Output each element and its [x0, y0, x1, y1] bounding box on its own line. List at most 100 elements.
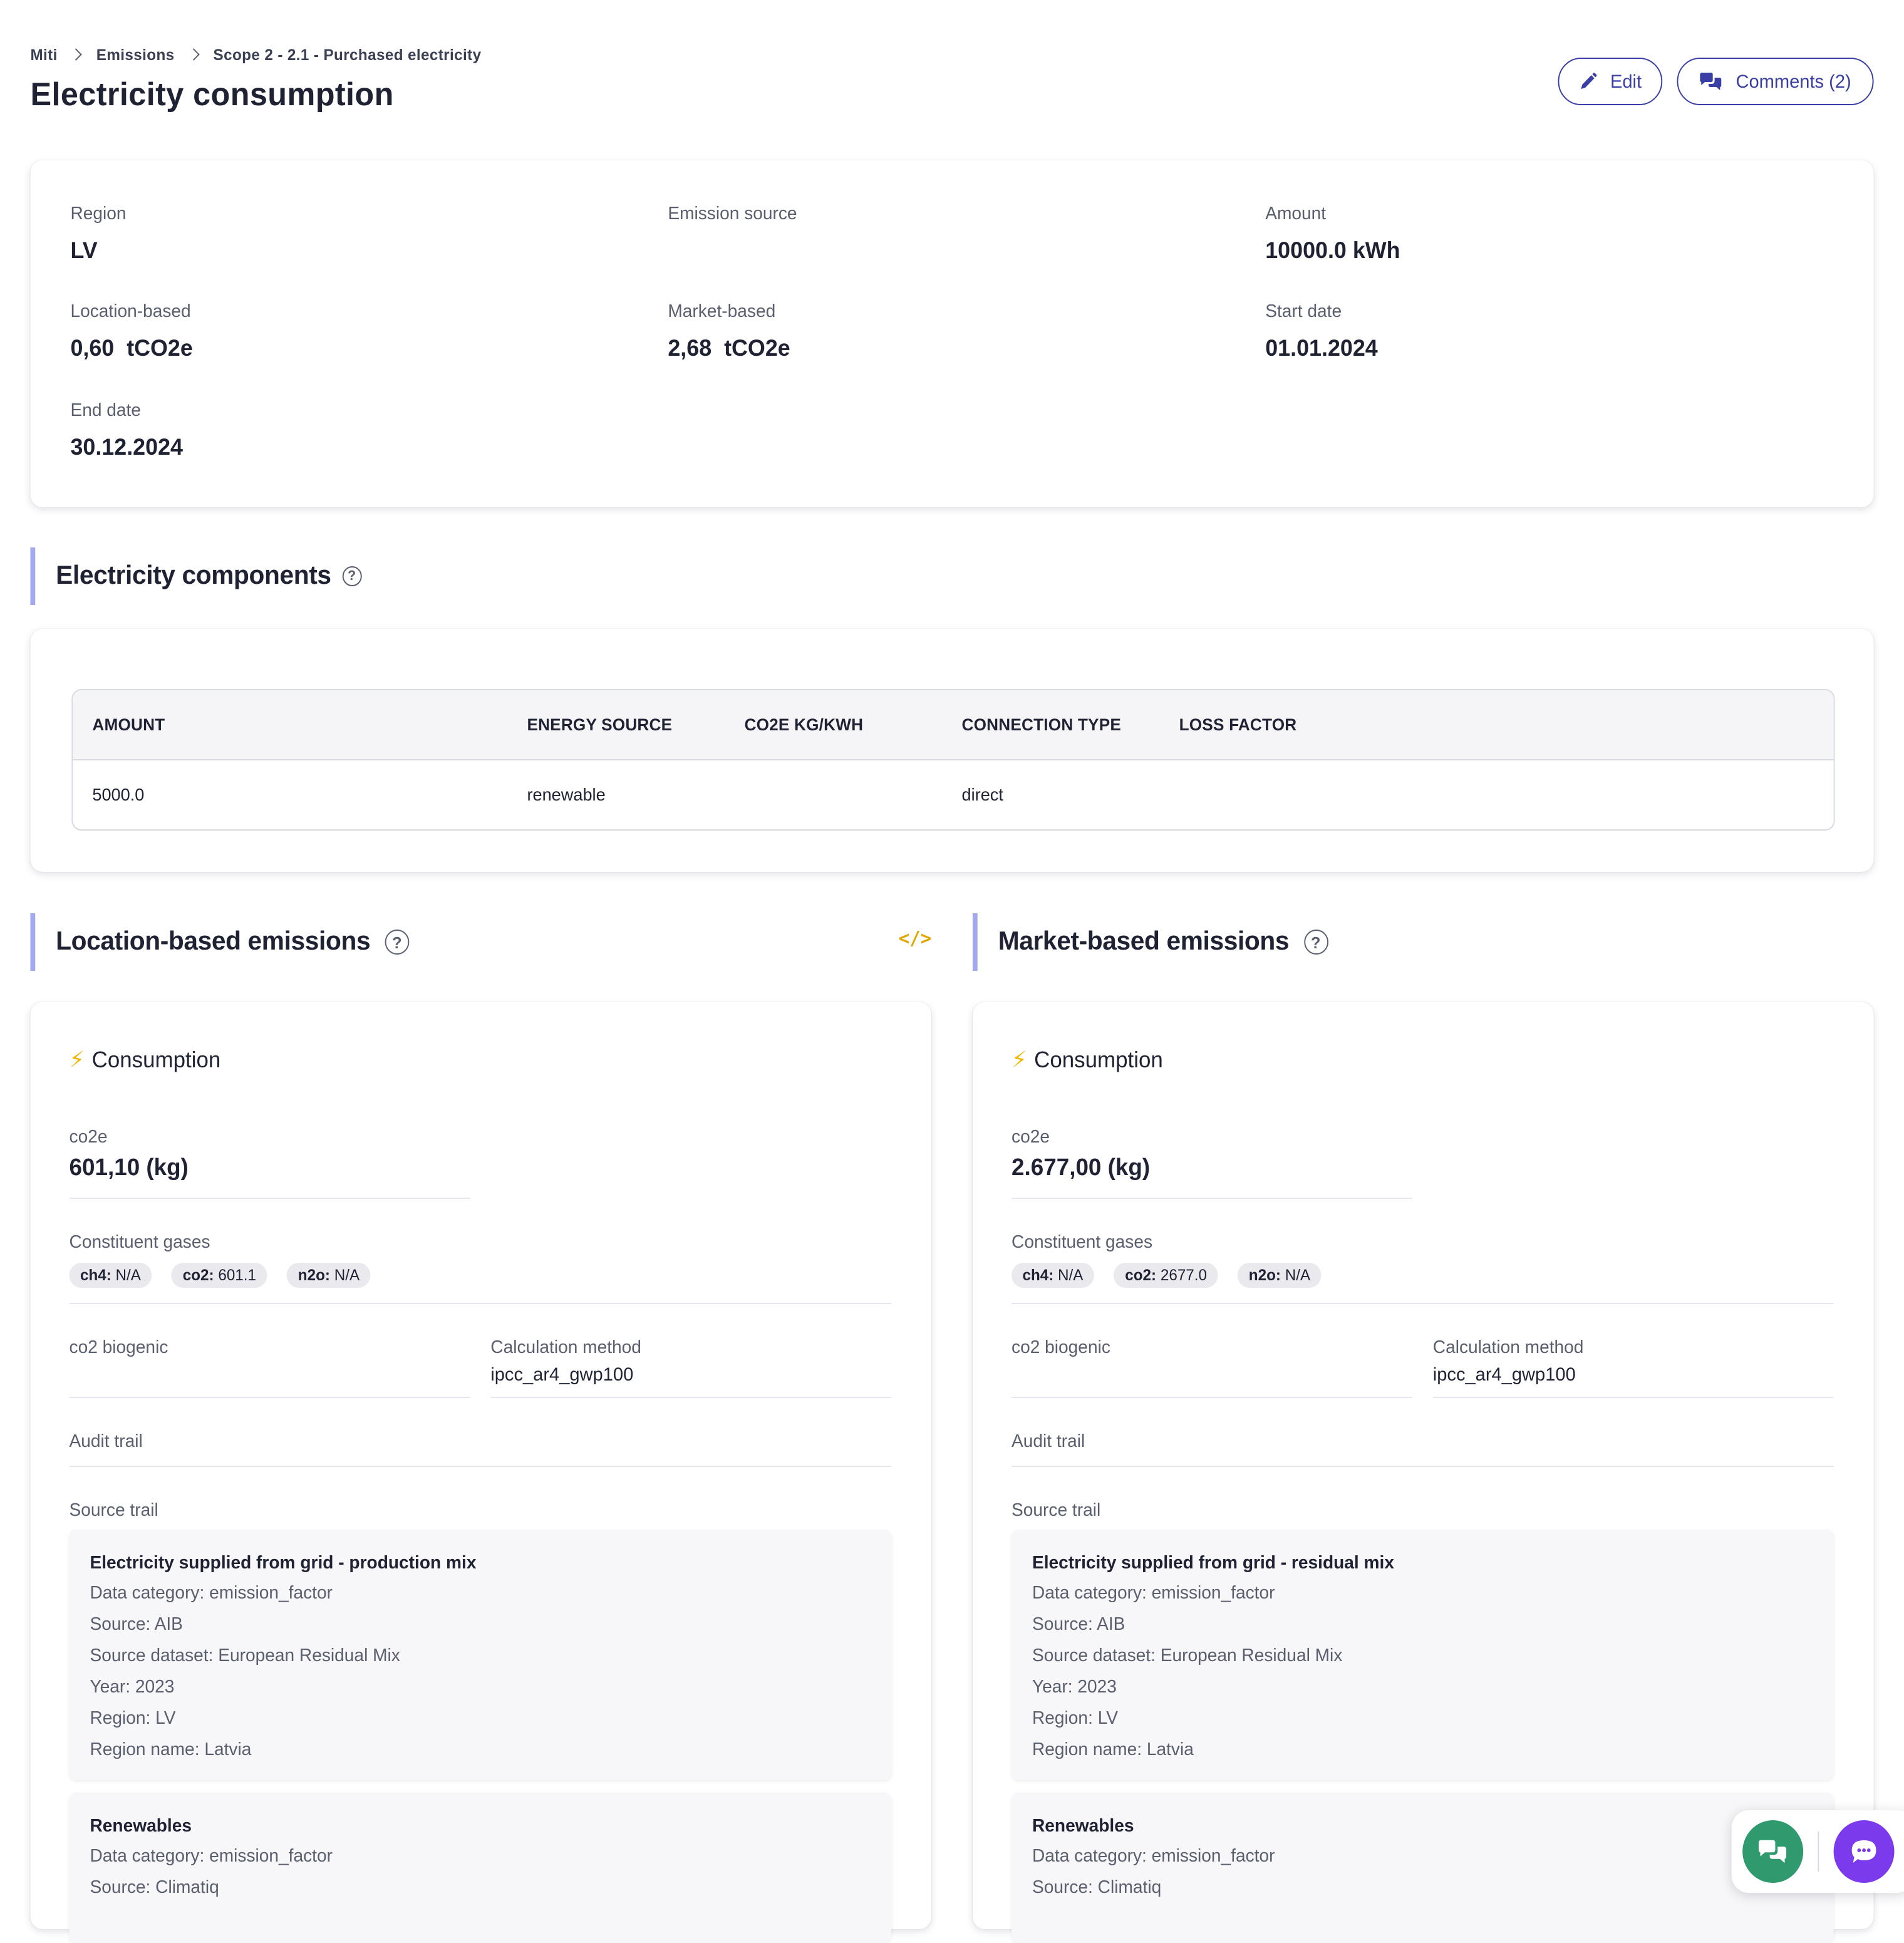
chevron-right-icon: [189, 46, 199, 64]
column-amount: AMOUNT: [92, 715, 165, 734]
edit-button[interactable]: Edit: [1558, 58, 1663, 105]
market-emissions-card: ⚡ Consumption co2e 2.677,00 (kg) Constit…: [972, 1002, 1874, 1943]
code-icon[interactable]: </>: [899, 927, 932, 950]
co2e-label: co2e: [69, 1127, 108, 1148]
message-button[interactable]: [1833, 1820, 1895, 1883]
consumption-title: ⚡ Consumption: [1011, 1047, 1163, 1074]
emission-source-label: Emission source: [668, 204, 797, 224]
divider: [1011, 1397, 1412, 1398]
comments-button-label: Comments (2): [1736, 71, 1851, 92]
market-based-label: Market-based: [668, 302, 776, 322]
source-trail-title: Electricity supplied from grid - residua…: [1032, 1553, 1395, 1573]
table-header: AMOUNT ENERGY SOURCE CO2E KG/KWH CONNECT…: [73, 690, 1834, 760]
summary-card: Region LV Emission source Amount 10000.0…: [30, 160, 1874, 507]
divider: [69, 1303, 892, 1304]
source-trail-line: Region name: Latvia: [90, 1740, 252, 1760]
location-emissions-header: Location-based emissions ? </>: [30, 913, 934, 971]
audit-trail-label: Audit trail: [1011, 1432, 1085, 1452]
co2-biogenic-label: co2 biogenic: [69, 1338, 168, 1358]
start-date-label: Start date: [1265, 302, 1342, 322]
question-circle-icon[interactable]: ?: [342, 566, 362, 586]
consumption-label: Consumption: [91, 1047, 221, 1072]
cell-connection-type: direct: [961, 784, 1003, 804]
page: Miti Emissions Scope 2 - 2.1 - Purchased…: [0, 0, 1904, 1943]
calculation-method-value: ipcc_ar4_gwp100: [1432, 1364, 1576, 1386]
consumption-label: Consumption: [1034, 1047, 1163, 1072]
end-date-label: End date: [70, 401, 142, 421]
source-trail-line: Data category: emission_factor: [1032, 1847, 1275, 1867]
gas-chips: ch4: N/A co2: 601.1 n2o: N/A: [69, 1263, 385, 1288]
divider: [69, 1397, 470, 1398]
region-value: LV: [70, 237, 98, 263]
breadcrumb: Miti Emissions Scope 2 - 2.1 - Purchased…: [30, 46, 481, 64]
source-trail-line: Source: AIB: [1032, 1615, 1125, 1635]
source-trail-line: Data category: emission_factor: [1032, 1583, 1275, 1604]
divider: [1011, 1198, 1412, 1199]
market-based-value: 2,68 tCO2e: [668, 334, 790, 361]
co2e-label: co2e: [1011, 1127, 1050, 1148]
comments-button[interactable]: Comments (2): [1677, 58, 1874, 105]
amount-value: 10000.0 kWh: [1265, 237, 1400, 263]
chevron-right-icon: [72, 46, 82, 64]
source-trail-title: Electricity supplied from grid - product…: [90, 1553, 477, 1573]
source-trail-title: Renewables: [1032, 1816, 1134, 1837]
electricity-components-header: Electricity components ?: [30, 547, 758, 605]
question-circle-icon[interactable]: ?: [1303, 930, 1328, 955]
calculation-method-label: Calculation method: [490, 1338, 641, 1358]
source-trail-line: Data category: emission_factor: [90, 1847, 333, 1867]
gas-chip-n2o: n2o: N/A: [287, 1263, 371, 1288]
question-circle-icon[interactable]: ?: [385, 930, 410, 955]
source-trail-line: Source dataset: European Residual Mix: [1032, 1646, 1343, 1666]
breadcrumb-current: Scope 2 - 2.1 - Purchased electricity: [213, 46, 482, 64]
consumption-title: ⚡ Consumption: [70, 1047, 221, 1074]
market-emissions-title: Market-based emissions: [998, 927, 1290, 956]
electricity-components-title: Electricity components: [56, 561, 331, 590]
source-trail-line: Source: AIB: [90, 1615, 183, 1635]
market-emissions-header: Market-based emissions ?: [972, 913, 1874, 971]
divider: [69, 1466, 892, 1467]
source-trail-label: Source trail: [1011, 1501, 1101, 1521]
gas-chip-n2o: n2o: N/A: [1238, 1263, 1322, 1288]
message-icon: [1851, 1840, 1876, 1863]
source-trail-item: Renewables Data category: emission_facto…: [69, 1793, 892, 1943]
divider: [490, 1397, 892, 1398]
chat-bubbles-icon: [1700, 73, 1722, 90]
pencil-icon: [1581, 73, 1597, 89]
gas-chip-ch4: ch4: N/A: [1011, 1263, 1094, 1288]
lightning-bolt-icon: ⚡: [69, 1047, 85, 1072]
components-table: AMOUNT ENERGY SOURCE CO2E KG/KWH CONNECT…: [71, 689, 1835, 831]
breadcrumb-emissions[interactable]: Emissions: [96, 46, 175, 64]
column-connection-type: CONNECTION TYPE: [961, 715, 1122, 734]
chat-bubbles-icon: [1758, 1840, 1787, 1863]
components-card: AMOUNT ENERGY SOURCE CO2E KG/KWH CONNECT…: [30, 629, 1874, 872]
floating-actions: [1731, 1810, 1904, 1893]
source-trail-item: Electricity supplied from grid - product…: [69, 1530, 892, 1780]
edit-button-label: Edit: [1610, 71, 1642, 92]
column-energy-source: ENERGY SOURCE: [527, 715, 673, 734]
source-trail-item: Renewables Data category: emission_facto…: [1011, 1793, 1834, 1943]
chat-button[interactable]: [1742, 1820, 1804, 1883]
source-trail-line: Year: 2023: [1032, 1677, 1117, 1697]
location-based-value: 0,60 tCO2e: [70, 334, 193, 361]
co2e-value: 601,10 (kg): [69, 1155, 189, 1181]
gas-chip-co2: co2: 2677.0: [1114, 1263, 1218, 1288]
divider: [1011, 1466, 1834, 1467]
audit-trail-label: Audit trail: [69, 1432, 143, 1452]
location-emissions-card: ⚡ Consumption co2e 601,10 (kg) Constitue…: [30, 1002, 932, 1943]
source-trail-line: Source dataset: European Residual Mix: [90, 1646, 400, 1666]
source-trail-line: Data category: emission_factor: [90, 1583, 333, 1604]
divider: [1432, 1397, 1834, 1398]
table-row[interactable]: 5000.0 renewable direct: [73, 760, 1833, 829]
source-trail-line: Region name: Latvia: [1032, 1740, 1194, 1760]
location-emissions-title: Location-based emissions: [56, 927, 371, 956]
source-trail-line: Year: 2023: [90, 1677, 175, 1697]
cell-amount: 5000.0: [92, 784, 145, 804]
divider: [69, 1198, 470, 1199]
lightning-bolt-icon: ⚡: [1011, 1047, 1027, 1072]
source-trail-title: Renewables: [90, 1816, 192, 1837]
source-trail-line: Region: LV: [90, 1709, 176, 1729]
divider: [1011, 1303, 1834, 1304]
start-date-value: 01.01.2024: [1265, 334, 1378, 361]
source-trail-label: Source trail: [69, 1501, 158, 1521]
breadcrumb-miti[interactable]: Miti: [30, 46, 57, 64]
